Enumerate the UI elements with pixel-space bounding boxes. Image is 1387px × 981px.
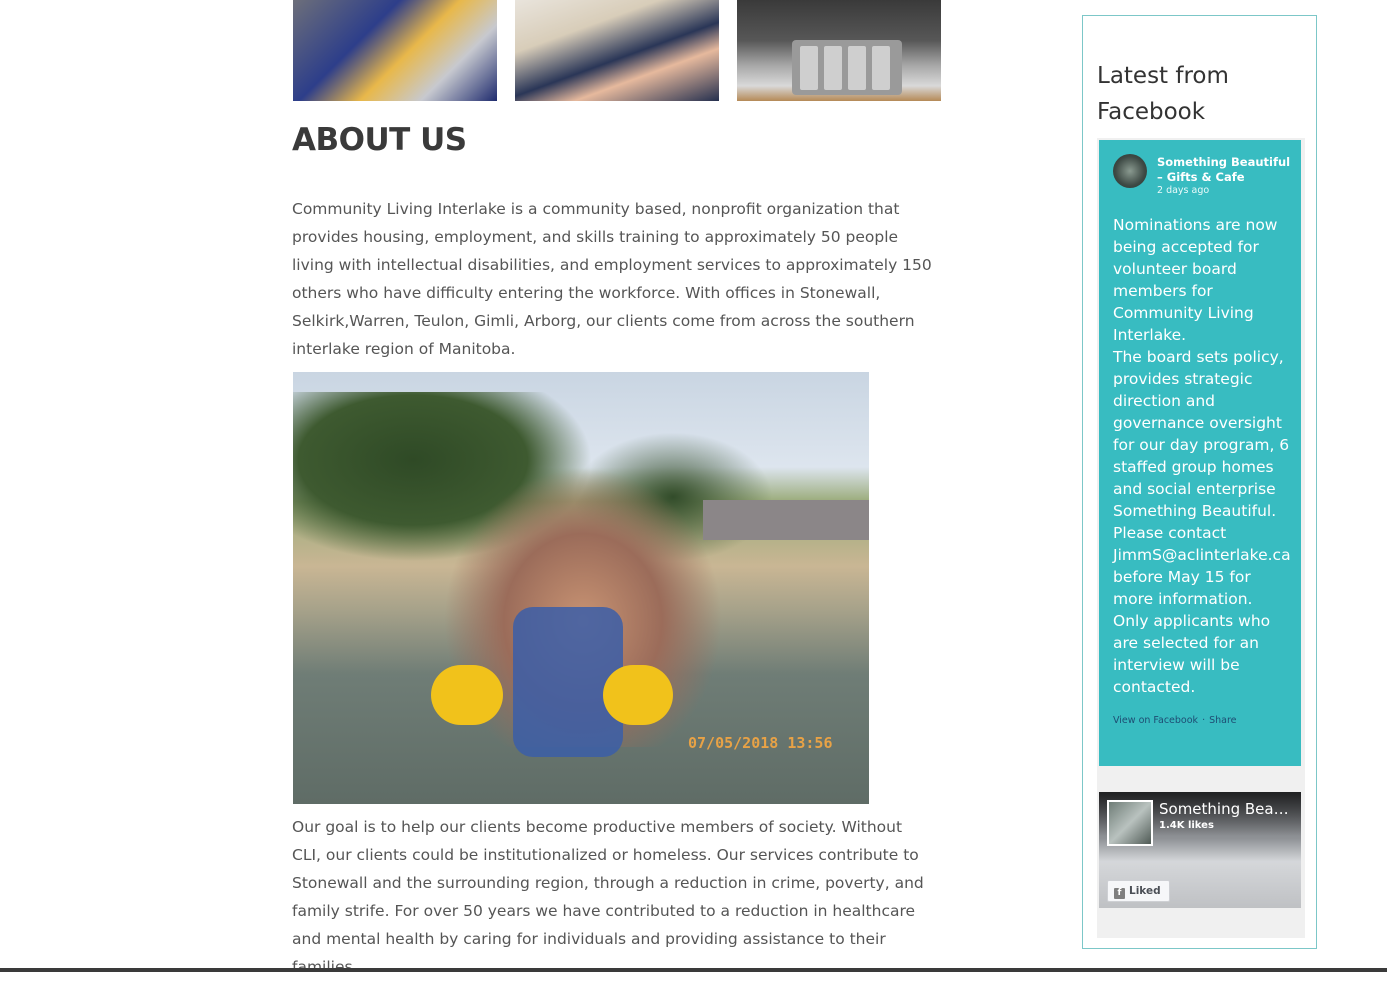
post-page-name[interactable]: Something Beautiful – Gifts & Cafe: [1157, 155, 1292, 185]
facebook-feed: Something Beautiful – Gifts & Cafe 2 day…: [1097, 138, 1305, 938]
top-photo-jersey: [515, 0, 719, 101]
top-photo-cutlery: [737, 0, 941, 101]
page-like-count: 1.4K likes: [1159, 820, 1214, 831]
liked-button[interactable]: f Liked: [1107, 880, 1170, 902]
post-timestamp[interactable]: 2 days ago: [1157, 185, 1209, 196]
liked-label: Liked: [1129, 885, 1161, 897]
page-cover-thumbnail[interactable]: [1107, 800, 1153, 846]
beach-group-photo: 07/05/2018 13:56: [293, 372, 869, 804]
photo-date-stamp: 07/05/2018 13:56: [688, 734, 833, 752]
about-us-heading: ABOUT US: [292, 122, 467, 158]
facebook-icon: f: [1114, 888, 1125, 899]
share-link[interactable]: Share: [1209, 715, 1236, 726]
post-actions: View on Facebook · Share: [1113, 715, 1237, 726]
view-on-facebook-link[interactable]: View on Facebook: [1113, 715, 1198, 726]
post-text: Nominations are now being accepted for v…: [1113, 216, 1291, 696]
link-separator: ·: [1202, 715, 1206, 726]
top-photo-cafe: [293, 0, 497, 101]
page-avatar[interactable]: [1113, 154, 1147, 188]
sidebar-title: Latest from Facebook: [1097, 63, 1229, 125]
facebook-sidebar: Latest from Facebook Something Beautiful…: [1082, 15, 1317, 949]
facebook-page-card[interactable]: Something Beautiful – Gifts & Cafe 1.4K …: [1099, 792, 1301, 908]
page-card-name[interactable]: Something Beautiful – Gifts & Cafe: [1159, 800, 1295, 818]
facebook-post: Something Beautiful – Gifts & Cafe 2 day…: [1099, 140, 1301, 766]
about-paragraph-2: Our goal is to help our clients become p…: [292, 818, 924, 976]
about-paragraph-1: Community Living Interlake is a communit…: [292, 200, 932, 358]
bottom-bar: [0, 968, 1387, 972]
